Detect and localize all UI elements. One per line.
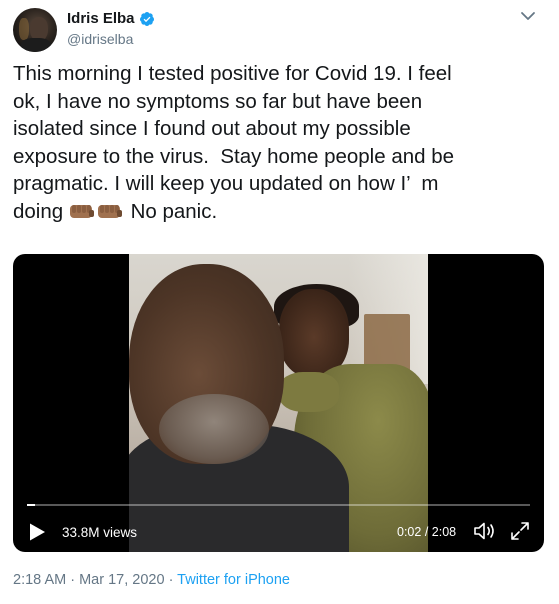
user-handle[interactable]: @idriselba [67,31,133,47]
tweet-line: This morning I tested positive for Covid… [13,62,452,85]
oncoming-fist-icon [97,200,123,218]
tweet-word: doing [13,199,64,223]
tweet-time[interactable]: 2:18 AM [13,572,66,588]
chevron-down-icon[interactable] [519,9,537,23]
fullscreen-icon[interactable] [510,521,530,541]
video-time-total: 2:08 [431,525,457,539]
tweet-date[interactable]: Mar 17, 2020 [79,572,164,588]
video-frame [129,254,428,552]
avatar-glow [19,18,29,40]
video-views: 33.8M views [62,525,138,540]
tweet-line: exposure to the virus. Stay home people … [13,144,455,168]
user-name[interactable]: Idris Elba [67,10,135,27]
video-progress-bar[interactable] [27,504,530,506]
verified-badge-icon [139,11,155,27]
video-time-separator: / [421,525,432,539]
avatar[interactable] [13,8,57,52]
tweet-line: ok, I have no symptoms so far but have b… [13,89,423,113]
avatar-shirt [21,38,51,52]
oncoming-fist-icon [69,200,95,218]
tweet-line-last: doing No panic. [13,198,543,226]
meta-separator: · [164,572,178,588]
volume-icon[interactable] [473,520,497,542]
video-person-2-head [279,289,349,377]
video-time: 0:02 / 2:08 [397,525,456,539]
video-time-current: 0:02 [397,525,422,539]
meta-separator: · [66,572,80,588]
user-name-row: Idris Elba [67,10,155,27]
video-person-2-arm [279,372,339,412]
tweet-source-link[interactable]: Twitter for iPhone [177,572,290,588]
video-player[interactable]: 33.8M views 0:02 / 2:08 [13,254,544,552]
tweet-word: No panic. [130,199,218,223]
tweet-line: isolated since I found out about my poss… [13,117,411,141]
tweet-text: This morning I tested positive for Covid… [13,60,543,226]
play-icon[interactable] [27,522,47,542]
tweet-meta: 2:18 AM · Mar 17, 2020 · Twitter for iPh… [13,572,290,588]
video-person-1-beard [159,394,269,464]
tweet-line: pragmatic. I will keep you updated on ho… [13,172,439,196]
video-progress-fill [27,504,36,506]
